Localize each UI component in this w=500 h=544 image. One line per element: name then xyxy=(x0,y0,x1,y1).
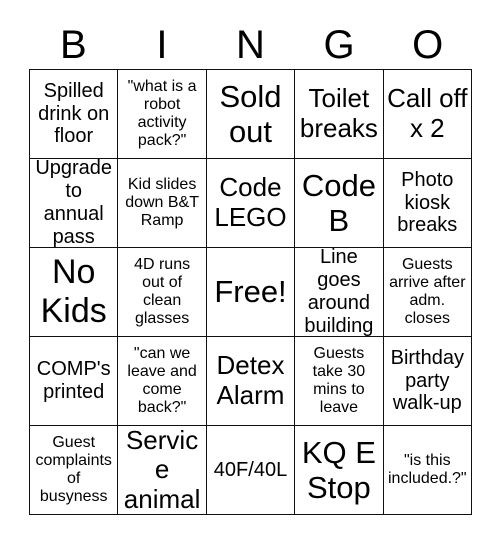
bingo-cell-label: "what is a robot activity pack?" xyxy=(127,77,197,150)
bingo-cell-label: Line goes around building xyxy=(304,248,374,337)
bingo-cell[interactable]: Spilled drink on floor xyxy=(30,70,119,159)
bingo-cell[interactable]: Kid slides down B&T Ramp xyxy=(118,159,207,248)
bingo-cell-label: Detex Alarm xyxy=(216,350,285,410)
bingo-cell[interactable]: Code LEGO xyxy=(206,159,296,248)
bingo-cell-label: Guests arrive after adm. closes xyxy=(389,255,466,328)
bingo-cell-label: Guests take 30 mins to leave xyxy=(312,344,366,417)
bingo-grid: Spilled drink on floor "what is a robot … xyxy=(29,69,472,515)
bingo-cell-label: 4D runs out of clean glasses xyxy=(134,255,191,328)
bingo-cell[interactable]: Guests arrive after adm. closes xyxy=(383,248,472,337)
bingo-cell-label: Code LEGO xyxy=(214,172,287,232)
header-letter-o: O xyxy=(412,22,444,67)
bingo-cell[interactable]: Code B xyxy=(295,159,384,248)
bingo-cell[interactable]: "is this included.?" xyxy=(383,426,472,515)
bingo-cell[interactable]: "what is a robot activity pack?" xyxy=(118,70,207,159)
bingo-cell-label: "is this included.?" xyxy=(387,451,467,487)
bingo-cell-label: Free! xyxy=(214,274,287,310)
header-letter-i: I xyxy=(156,22,168,67)
bingo-cell[interactable]: "can we leave and come back?" xyxy=(118,337,207,426)
bingo-cell[interactable]: Sold out xyxy=(206,70,296,159)
bingo-cell-label: Sold out xyxy=(219,78,282,149)
bingo-cell[interactable]: 4D runs out of clean glasses xyxy=(118,248,207,337)
bingo-cell-label: KQ E Stop xyxy=(301,434,376,505)
bingo-header: B I N G O xyxy=(29,22,472,67)
bingo-cell[interactable]: Call off x 2 xyxy=(383,70,472,159)
bingo-cell[interactable]: Birthday party walk-up xyxy=(383,337,472,426)
header-letter-n: N xyxy=(236,22,265,67)
header-letter-g: G xyxy=(323,22,355,67)
bingo-cell-label: COMP's printed xyxy=(36,358,111,403)
bingo-cell[interactable]: Guest complaints of busyness xyxy=(30,426,119,515)
bingo-cell[interactable]: Service animal xyxy=(118,426,207,515)
bingo-cell-label: Call off x 2 xyxy=(387,83,468,143)
bingo-cell[interactable]: Upgrade to annual pass xyxy=(30,159,119,248)
bingo-cell[interactable]: Detex Alarm xyxy=(206,337,296,426)
bingo-cell[interactable]: No Kids xyxy=(30,248,119,337)
bingo-cell-label: Service animal xyxy=(123,426,201,514)
bingo-cell[interactable]: Toilet breaks xyxy=(295,70,384,159)
bingo-cell-label: Code B xyxy=(301,167,376,238)
bingo-cell[interactable]: 40F/40L xyxy=(206,426,296,515)
bingo-cell[interactable]: KQ E Stop xyxy=(295,426,384,515)
bingo-cell-label: Photo kiosk breaks xyxy=(397,168,458,237)
bingo-cell-label: "can we leave and come back?" xyxy=(127,344,197,417)
bingo-cell[interactable]: Line goes around building xyxy=(295,248,384,337)
bingo-cell-label: 40F/40L xyxy=(213,458,288,481)
header-letter-b: B xyxy=(59,22,87,67)
bingo-cell-label: Spilled drink on floor xyxy=(38,79,110,148)
bingo-cell-label: Birthday party walk-up xyxy=(390,346,464,415)
bingo-cell-label: Toilet breaks xyxy=(299,83,378,143)
bingo-cell-label: Upgrade to annual pass xyxy=(35,159,113,248)
bingo-cell[interactable]: Guests take 30 mins to leave xyxy=(295,337,384,426)
bingo-cell-label: Guest complaints of busyness xyxy=(35,433,112,506)
bingo-cell[interactable]: Photo kiosk breaks xyxy=(383,159,472,248)
bingo-cell-free[interactable]: Free! xyxy=(206,248,296,337)
bingo-cell-label: Kid slides down B&T Ramp xyxy=(125,175,199,230)
bingo-cell-label: No Kids xyxy=(40,253,107,330)
bingo-card: B I N G O Spilled drink on floor "what i… xyxy=(0,0,500,544)
bingo-cell[interactable]: COMP's printed xyxy=(30,337,119,426)
